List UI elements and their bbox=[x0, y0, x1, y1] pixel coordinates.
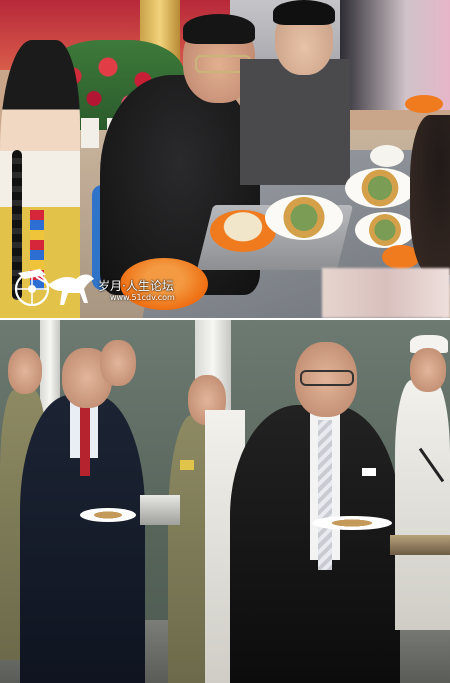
bottom-photo bbox=[0, 320, 450, 683]
chef bbox=[395, 380, 450, 630]
background-man-face bbox=[100, 340, 136, 386]
food-plate bbox=[265, 195, 343, 240]
glasses bbox=[300, 370, 354, 386]
plate-left bbox=[80, 508, 136, 522]
white-bowl bbox=[370, 145, 404, 167]
plate-right bbox=[312, 516, 392, 530]
serving-station bbox=[140, 495, 180, 525]
watermark: 岁月·人生论坛 www.51cdv.com bbox=[10, 255, 210, 315]
food-tray bbox=[390, 535, 450, 555]
blurred-region bbox=[322, 268, 450, 318]
silver-tie bbox=[318, 420, 332, 570]
horse-carriage-logo-icon bbox=[14, 269, 94, 307]
rank-insignia bbox=[180, 460, 194, 470]
background-diners bbox=[340, 0, 450, 110]
watermark-url: www.51cdv.com bbox=[110, 293, 175, 302]
student-hair bbox=[273, 0, 335, 25]
red-tie bbox=[80, 406, 90, 476]
side-plate bbox=[355, 212, 415, 248]
chef-face bbox=[410, 348, 446, 392]
salad-plate bbox=[345, 168, 415, 208]
watermark-site-name: 岁月·人生论坛 bbox=[98, 279, 174, 293]
pocket-square bbox=[362, 468, 376, 476]
orange-dish bbox=[405, 95, 443, 113]
foreground-diner-head bbox=[410, 115, 450, 275]
soldier-left-face bbox=[8, 348, 42, 394]
top-photo: 岁月·人生论坛 www.51cdv.com bbox=[0, 0, 450, 318]
